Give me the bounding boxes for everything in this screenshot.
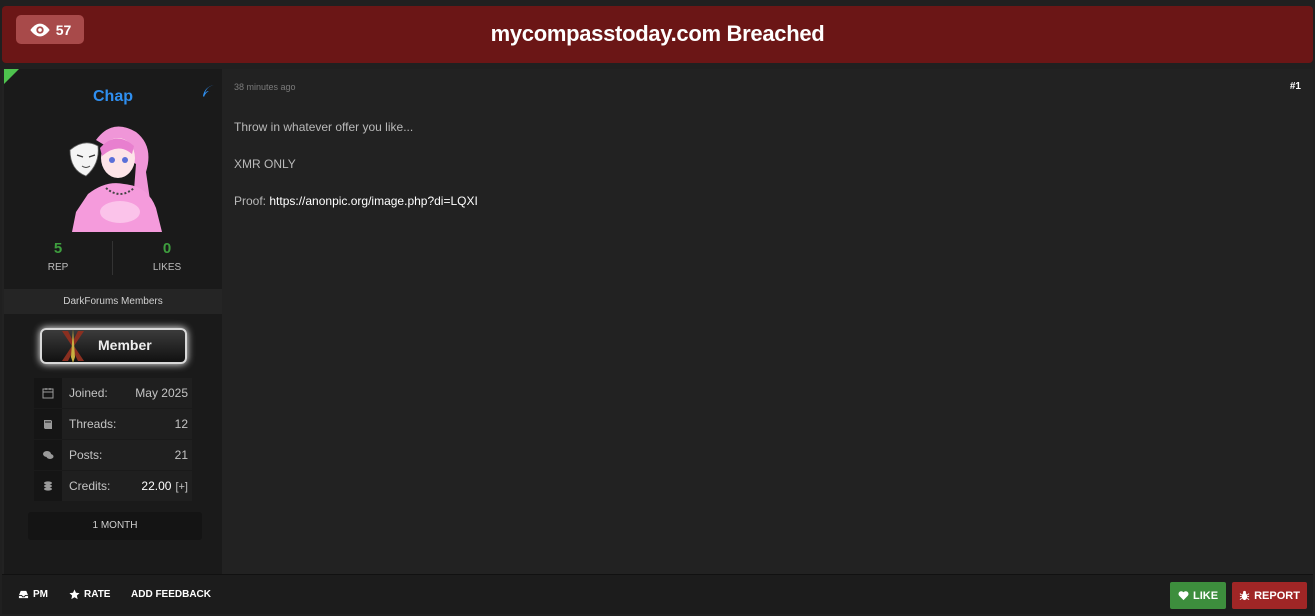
online-indicator <box>4 69 19 84</box>
post-time[interactable]: 38 minutes ago <box>234 82 296 92</box>
user-group: DarkForums Members <box>4 289 222 314</box>
rate-label: RATE <box>84 589 111 600</box>
membership-badge: 1 MONTH <box>28 512 202 540</box>
post-line: XMR ONLY <box>234 157 296 171</box>
post-content: Throw in whatever offer you like... XMR … <box>234 120 478 231</box>
user-avatar[interactable] <box>62 120 164 232</box>
bug-icon <box>1239 590 1250 601</box>
like-button[interactable]: LIKE <box>1170 582 1226 609</box>
posts-value: 21 <box>174 448 188 462</box>
like-label: LIKE <box>1192 589 1219 602</box>
proof-line: Proof: https://anonpic.org/image.php?di=… <box>234 194 478 231</box>
inbox-icon <box>18 590 29 599</box>
likes-label: LIKES <box>152 262 182 273</box>
credits-value: 22.00 <box>141 479 172 493</box>
rank-emblem-icon <box>62 329 84 363</box>
add-feedback-label: ADD FEEDBACK <box>131 589 211 600</box>
likes-value: 0 <box>162 240 172 257</box>
joined-label: Joined: <box>69 386 108 400</box>
post-line: Throw in whatever offer you like... <box>234 120 414 134</box>
posts-row: Posts: 21 <box>34 440 192 470</box>
pm-label: PM <box>33 589 48 600</box>
joined-row: Joined: May 2025 <box>34 378 192 408</box>
proof-label: Proof: <box>234 194 270 208</box>
credits-row: Credits: 22.00 [+] <box>34 471 192 501</box>
username-link[interactable]: Chap <box>4 88 222 106</box>
report-label: REPORT <box>1254 589 1300 602</box>
credits-label: Credits: <box>69 479 111 493</box>
add-credits-link[interactable]: [+] <box>175 481 188 493</box>
thread-title: mycompasstoday.com Breached <box>490 21 825 46</box>
likes-stat[interactable]: 0 LIKES <box>113 240 221 273</box>
threads-value: 12 <box>174 417 188 431</box>
thread-page: 57 mycompasstoday.com Breached Chap 5 RE… <box>0 0 1315 616</box>
rank-label: Member <box>98 337 152 353</box>
rank-badge: Member <box>40 328 187 364</box>
calendar-icon <box>34 378 62 408</box>
reputation-stat[interactable]: 5 REP <box>4 240 112 273</box>
rate-button[interactable]: RATE <box>69 589 110 600</box>
heart-icon <box>1178 591 1189 601</box>
threads-label: Threads: <box>69 417 117 431</box>
reputation-value: 5 <box>53 240 63 257</box>
posts-label: Posts: <box>69 448 103 462</box>
report-button[interactable]: REPORT <box>1232 582 1307 609</box>
feather-icon <box>203 85 214 97</box>
book-icon <box>34 409 62 439</box>
proof-link[interactable]: https://anonpic.org/image.php?di=LQXI <box>269 194 477 208</box>
post-actions-bar: PM RATE ADD FEEDBACK LIKE REPORT <box>2 574 1313 614</box>
pm-button[interactable]: PM <box>18 589 48 600</box>
comments-icon <box>34 440 62 470</box>
thread-header: 57 mycompasstoday.com Breached <box>2 6 1313 63</box>
star-icon <box>69 589 80 600</box>
post-number-link[interactable]: #1 <box>1290 81 1301 92</box>
post: Chap 5 REP 0 LIKES DarkForums Members Me… <box>2 69 1313 614</box>
add-feedback-button[interactable]: ADD FEEDBACK <box>131 589 211 600</box>
threads-row: Threads: 12 <box>34 409 192 439</box>
reputation-label: REP <box>47 262 69 273</box>
user-info-list: Joined: May 2025 Threads: 12 Posts: 21 C… <box>34 378 192 502</box>
credits-value-wrap: 22.00 [+] <box>141 479 188 493</box>
coins-icon <box>34 471 62 501</box>
joined-value: May 2025 <box>135 386 188 400</box>
user-panel: Chap 5 REP 0 LIKES DarkForums Members Me… <box>4 69 222 574</box>
